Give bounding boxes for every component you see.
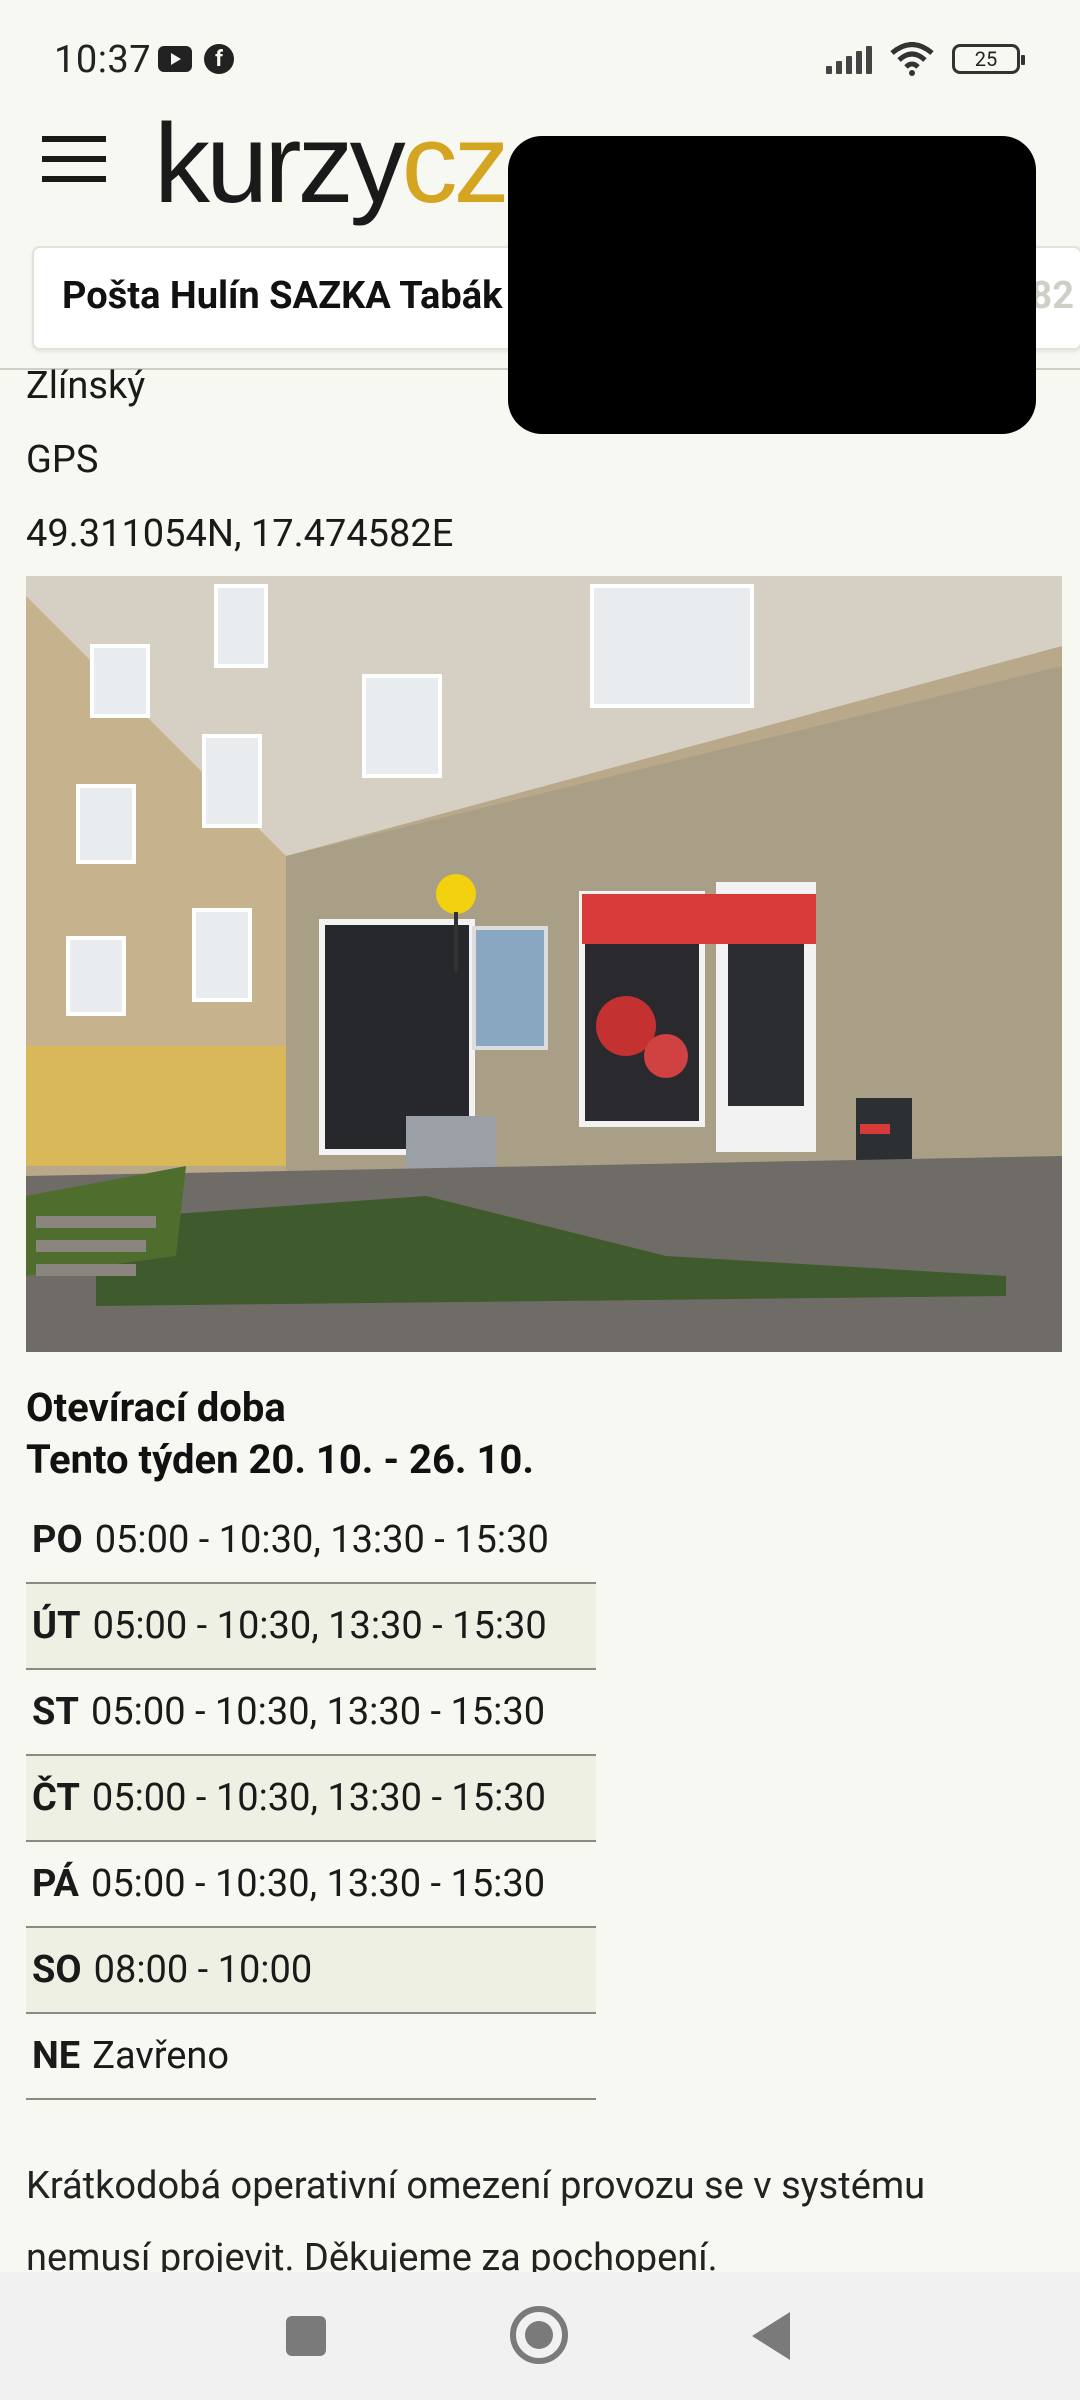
system-navigation-bar <box>0 2272 1080 2400</box>
youtube-icon <box>158 46 192 72</box>
hours-row: NE Zavřeno <box>26 2014 596 2100</box>
hours-day: ČT <box>32 1776 80 1820</box>
hours-row: ST 05:00 - 10:30, 13:30 - 15:30 <box>26 1670 596 1756</box>
hours-row: PO 05:00 - 10:30, 13:30 - 15:30 <box>26 1498 596 1584</box>
hours-row: ÚT 05:00 - 10:30, 13:30 - 15:30 <box>26 1584 596 1670</box>
hours-day: ST <box>32 1690 79 1734</box>
wifi-icon <box>890 42 934 76</box>
hours-time: 05:00 - 10:30, 13:30 - 15:30 <box>94 1518 549 1562</box>
hours-time: 05:00 - 10:30, 13:30 - 15:30 <box>90 1862 546 1906</box>
status-bar: 10:37 f 25 <box>0 0 1080 110</box>
hours-day: ÚT <box>32 1604 81 1648</box>
status-time: 10:37 <box>54 38 152 82</box>
hours-row: SO 08:00 - 10:00 <box>26 1928 596 2014</box>
logo-text-accent: cz <box>401 101 510 226</box>
home-icon[interactable] <box>510 2306 568 2364</box>
hours-time: Zavřeno <box>92 2034 230 2078</box>
opening-hours-week: Tento týden 20. 10. - 26. 10. <box>26 1436 534 1483</box>
notification-icons: f <box>158 44 234 74</box>
search-value: Pošta Hulín SAZKA Tabák <box>62 274 503 318</box>
opening-hours-table: PO 05:00 - 10:30, 13:30 - 15:30 ÚT 05:00… <box>26 1498 596 2100</box>
hours-day: PÁ <box>32 1862 79 1906</box>
hours-time: 08:00 - 10:00 <box>93 1948 313 1992</box>
signal-icon <box>826 44 872 74</box>
branch-photo[interactable] <box>26 576 1062 1352</box>
hours-row: PÁ 05:00 - 10:30, 13:30 - 15:30 <box>26 1842 596 1928</box>
hours-day: NE <box>32 2034 81 2078</box>
hours-time: 05:00 - 10:30, 13:30 - 15:30 <box>91 1776 547 1820</box>
hamburger-menu-icon[interactable] <box>42 136 106 192</box>
gps-coordinates: 49.311054N, 17.474582E <box>26 512 454 556</box>
region-text: Zlínský <box>26 364 146 408</box>
facebook-icon: f <box>204 44 234 74</box>
hours-day: SO <box>32 1948 82 1992</box>
hours-row: ČT 05:00 - 10:30, 13:30 - 15:30 <box>26 1756 596 1842</box>
hours-day: PO <box>32 1518 83 1562</box>
search-overflow-text: 82 <box>1030 274 1074 318</box>
kurzy-logo[interactable]: kurzycz <box>154 101 510 226</box>
recent-apps-icon[interactable] <box>286 2316 326 2356</box>
hours-time: 05:00 - 10:30, 13:30 - 15:30 <box>90 1690 546 1734</box>
redacted-area <box>508 136 1036 434</box>
gps-label: GPS <box>26 438 99 482</box>
hours-time: 05:00 - 10:30, 13:30 - 15:30 <box>92 1604 547 1648</box>
battery-icon: 25 <box>952 44 1025 74</box>
opening-hours-title: Otevírací doba <box>26 1384 286 1431</box>
system-icons: 25 <box>826 42 1025 76</box>
logo-text-dark: kurzy <box>154 101 406 226</box>
back-icon[interactable] <box>752 2312 790 2360</box>
